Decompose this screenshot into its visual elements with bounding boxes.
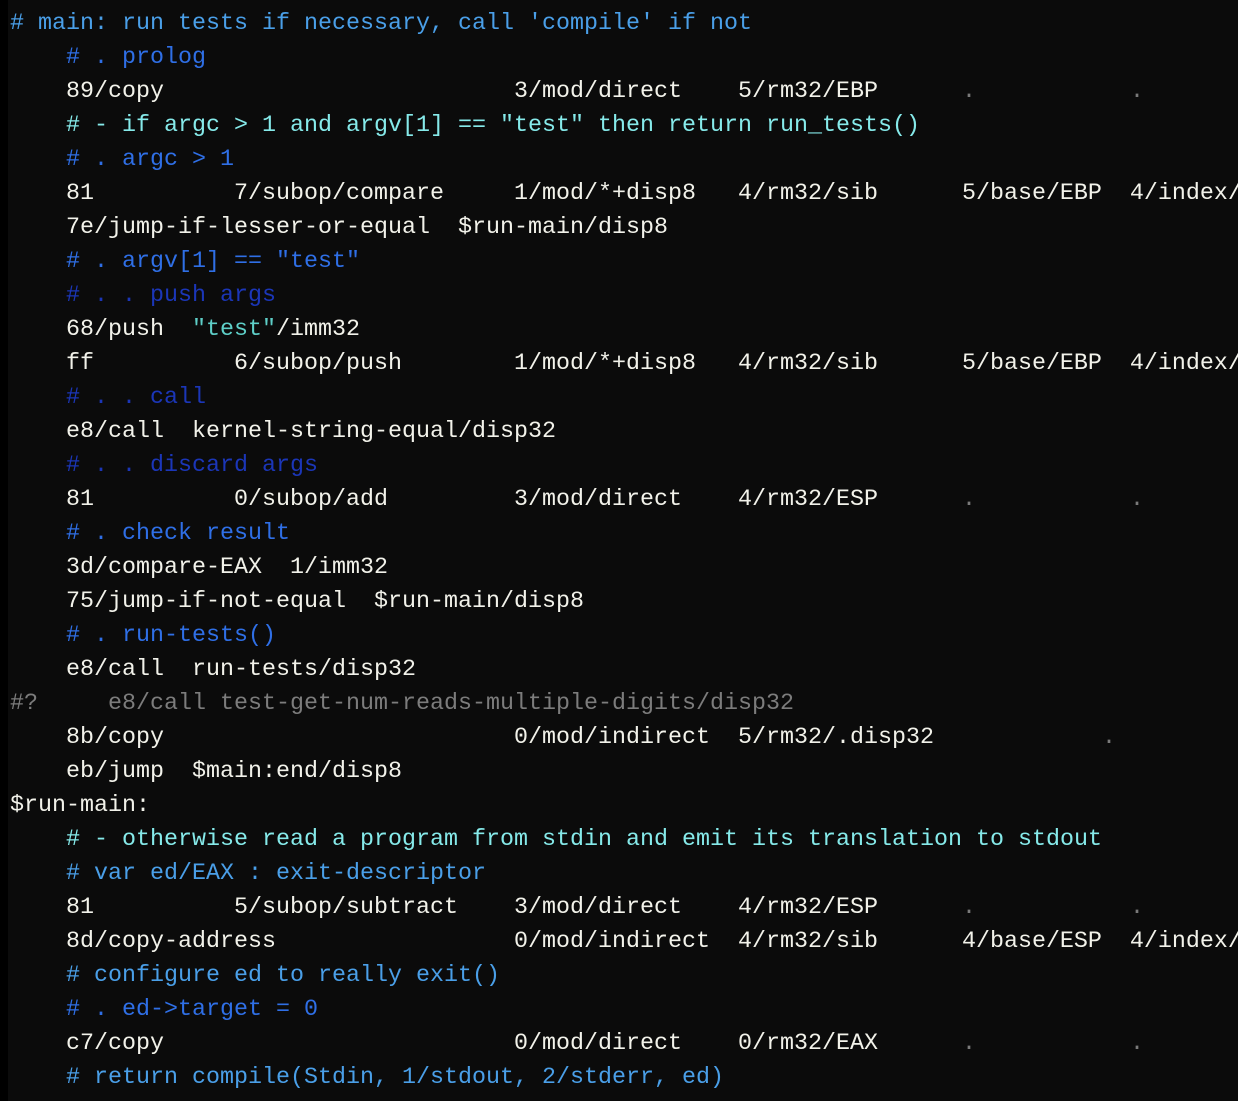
placeholder-dot: . — [1129, 79, 1144, 105]
comment-text: # . check result — [66, 521, 290, 547]
code-line[interactable]: 81 5/subop/subtract 3/mod/direct 4/rm32/… — [10, 891, 1238, 925]
code-token: /imm32 — [276, 317, 360, 343]
code-line[interactable]: # main: run tests if necessary, call 'co… — [10, 7, 1238, 41]
code-token: 89/copy 3/mod/direct 5/rm32/EBP — [10, 79, 962, 105]
placeholder-dot: . — [961, 1031, 976, 1057]
comment-text: # . ed->target = 0 — [66, 997, 318, 1023]
terminal-window[interactable]: # main: run tests if necessary, call 'co… — [0, 0, 1238, 1101]
code-line[interactable]: 3d/compare-EAX 1/imm32 — [10, 551, 1238, 585]
code-line[interactable]: # . . push args — [10, 279, 1238, 313]
code-line[interactable]: eb/jump $main:end/disp8 — [10, 755, 1238, 789]
code-token: $run-main: — [10, 793, 150, 819]
code-line[interactable]: #? e8/call test-get-num-reads-multiple-d… — [10, 687, 1238, 721]
code-line[interactable]: # . check result — [10, 517, 1238, 551]
code-line[interactable]: # . argc > 1 — [10, 143, 1238, 177]
code-line[interactable]: # - otherwise read a program from stdin … — [10, 823, 1238, 857]
comment-text: # - if argc > 1 and argv[1] == "test" th… — [66, 113, 920, 139]
code-line[interactable]: $run-main: — [10, 789, 1238, 823]
placeholder-dot: . — [1101, 725, 1116, 751]
code-token: 81 7/subop/compare 1/mod/*+disp8 4/rm32/… — [10, 181, 1238, 207]
code-token: ff 6/subop/push 1/mod/*+disp8 4/rm32/sib… — [10, 351, 1238, 377]
code-token: eb/jump $main:end/disp8 — [10, 759, 402, 785]
code-line[interactable]: # . . discard args — [10, 449, 1238, 483]
code-token: c7/copy 0/mod/direct 0/rm32/EAX — [10, 1031, 962, 1057]
code-line[interactable]: 7e/jump-if-lesser-or-equal $run-main/dis… — [10, 211, 1238, 245]
code-line[interactable]: # . run-tests() — [10, 619, 1238, 653]
comment-text: # . argc > 1 — [66, 147, 234, 173]
comment-text: # - otherwise read a program from stdin … — [66, 827, 1102, 853]
code-token: 8d/copy-address 0/mod/indirect 4/rm32/si… — [10, 929, 1238, 955]
left-gutter — [0, 0, 8, 1101]
comment-text: # . run-tests() — [66, 623, 276, 649]
code-line[interactable]: 81 7/subop/compare 1/mod/*+disp8 4/rm32/… — [10, 177, 1238, 211]
code-line[interactable]: 8d/copy-address 0/mod/indirect 4/rm32/si… — [10, 925, 1238, 959]
code-line[interactable]: # . ed->target = 0 — [10, 993, 1238, 1027]
code-token: 81 0/subop/add 3/mod/direct 4/rm32/ESP — [10, 487, 962, 513]
code-line[interactable]: # . argv[1] == "test" — [10, 245, 1238, 279]
comment-text: # var ed/EAX : exit-descriptor — [66, 861, 486, 887]
code-line[interactable]: 68/push "test"/imm32 — [10, 313, 1238, 347]
code-line[interactable]: 8b/copy 0/mod/indirect 5/rm32/.disp32 . — [10, 721, 1238, 755]
code-line[interactable]: # return compile(Stdin, 1/stdout, 2/stde… — [10, 1061, 1238, 1095]
code-line[interactable]: # configure ed to really exit() — [10, 959, 1238, 993]
placeholder-dot: . — [1129, 1031, 1144, 1057]
placeholder-dot: . — [1129, 487, 1144, 513]
code-line[interactable]: ff 6/subop/push 1/mod/*+disp8 4/rm32/sib… — [10, 347, 1238, 381]
comment-text: # . argv[1] == "test" — [66, 249, 360, 275]
code-token: 68/push — [10, 317, 192, 343]
code-line[interactable]: 89/copy 3/mod/direct 5/rm32/EBP . . — [10, 75, 1238, 109]
code-line[interactable]: e8/call run-tests/disp32 — [10, 653, 1238, 687]
code-line[interactable]: e8/call kernel-string-equal/disp32 — [10, 415, 1238, 449]
code-token: e8/call run-tests/disp32 — [10, 657, 416, 683]
comment-text: # . . call — [66, 385, 206, 411]
code-line[interactable]: # var ed/EAX : exit-descriptor — [10, 857, 1238, 891]
comment-text: # . prolog — [66, 45, 206, 71]
comment-text: # configure ed to really exit() — [66, 963, 500, 989]
comment-text: # main: run tests if necessary, call 'co… — [10, 11, 752, 37]
code-line[interactable]: # - if argc > 1 and argv[1] == "test" th… — [10, 109, 1238, 143]
placeholder-dot: . — [1129, 895, 1144, 921]
code-line[interactable]: # . . call — [10, 381, 1238, 415]
code-editor[interactable]: # main: run tests if necessary, call 'co… — [10, 7, 1238, 1095]
placeholder-dot: . — [961, 895, 976, 921]
code-line[interactable]: 81 0/subop/add 3/mod/direct 4/rm32/ESP .… — [10, 483, 1238, 517]
code-token: 75/jump-if-not-equal $run-main/disp8 — [10, 589, 584, 615]
code-token: 3d/compare-EAX 1/imm32 — [10, 555, 388, 581]
comment-text: #? e8/call test-get-num-reads-multiple-d… — [10, 691, 794, 717]
comment-text: # return compile(Stdin, 1/stdout, 2/stde… — [66, 1065, 724, 1091]
code-token: 7e/jump-if-lesser-or-equal $run-main/dis… — [10, 215, 668, 241]
comment-text: # . . push args — [66, 283, 276, 309]
code-token: e8/call kernel-string-equal/disp32 — [10, 419, 556, 445]
code-token: 8b/copy 0/mod/indirect 5/rm32/.disp32 — [10, 725, 1102, 751]
code-token: 81 5/subop/subtract 3/mod/direct 4/rm32/… — [10, 895, 962, 921]
string-literal: "test" — [192, 317, 276, 343]
code-line[interactable]: c7/copy 0/mod/direct 0/rm32/EAX . . — [10, 1027, 1238, 1061]
placeholder-dot: . — [961, 79, 976, 105]
code-line[interactable]: # . prolog — [10, 41, 1238, 75]
comment-text: # . . discard args — [66, 453, 318, 479]
code-line[interactable]: 75/jump-if-not-equal $run-main/disp8 — [10, 585, 1238, 619]
placeholder-dot: . — [961, 487, 976, 513]
